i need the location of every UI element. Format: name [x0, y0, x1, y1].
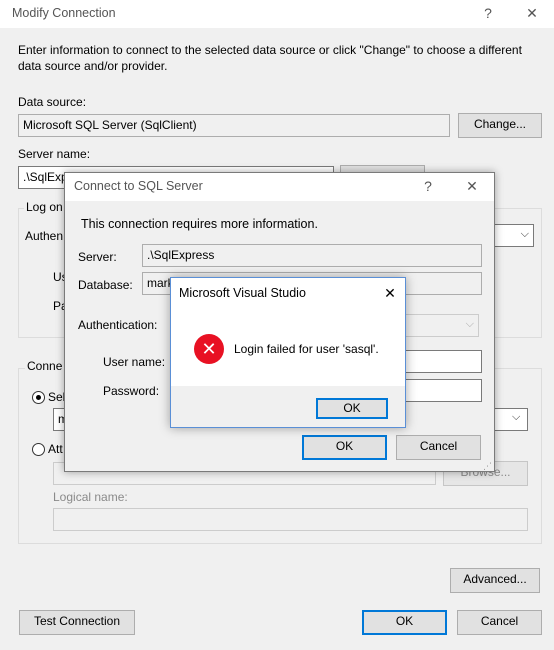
msgbox-titlebar: Microsoft Visual Studio ✕: [171, 278, 405, 308]
authentication-dropdown[interactable]: ⌵: [395, 314, 479, 337]
sql-dialog-message: This connection requires more informatio…: [81, 217, 318, 231]
data-source-field: Microsoft SQL Server (SqlClient): [18, 114, 450, 137]
cancel-button[interactable]: Cancel: [457, 610, 542, 635]
authentication-label: Authen: [25, 229, 64, 243]
error-message-box: Microsoft Visual Studio ✕ ✕ Login failed…: [170, 277, 406, 428]
sql-dialog-title: Connect to SQL Server: [74, 179, 203, 193]
select-database-label: Sel: [48, 390, 66, 404]
server-name-label: Server name:: [18, 147, 91, 161]
close-icon[interactable]: ✕: [460, 176, 484, 196]
chevron-down-icon: ⌵: [520, 228, 529, 240]
attach-database-label: Att: [48, 442, 63, 456]
help-button[interactable]: ?: [416, 176, 440, 196]
close-icon[interactable]: ✕: [520, 3, 544, 23]
user-name-label: User name:: [103, 355, 166, 369]
modify-connection-titlebar: Modify Connection ? ✕: [0, 0, 554, 28]
test-connection-button[interactable]: Test Connection: [19, 610, 135, 635]
connect-group-label: Conne: [25, 359, 65, 373]
logical-name-field: [53, 508, 528, 531]
help-button[interactable]: ?: [476, 3, 500, 23]
authentication-label: Authentication:: [78, 318, 158, 332]
advanced-button[interactable]: Advanced...: [450, 568, 540, 593]
server-field: .\SqlExpress: [142, 244, 482, 267]
password-label: Password:: [103, 384, 160, 398]
chevron-down-icon: ⌵: [512, 411, 521, 423]
error-icon: ✕: [194, 334, 224, 364]
sql-ok-button[interactable]: OK: [302, 435, 387, 460]
sql-cancel-button[interactable]: Cancel: [396, 435, 481, 460]
error-message: Login failed for user 'sasql'.: [234, 342, 379, 356]
data-source-label: Data source:: [18, 95, 87, 109]
resize-grip-icon[interactable]: ⋰: [483, 461, 492, 472]
chevron-down-icon: ⌵: [465, 318, 474, 330]
close-icon[interactable]: ✕: [378, 283, 402, 303]
logical-name-label: Logical name:: [53, 490, 128, 504]
change-button[interactable]: Change...: [458, 113, 542, 138]
database-label: Database:: [78, 278, 133, 292]
select-database-radio[interactable]: [32, 391, 45, 404]
ok-button[interactable]: OK: [362, 610, 447, 635]
attach-database-radio[interactable]: [32, 443, 45, 456]
modify-connection-title: Modify Connection: [12, 6, 116, 20]
authentication-dropdown[interactable]: ⌵: [490, 224, 534, 247]
msgbox-ok-button[interactable]: OK: [316, 398, 388, 419]
msgbox-title: Microsoft Visual Studio: [179, 286, 306, 300]
sql-dialog-titlebar: Connect to SQL Server ? ✕: [65, 173, 494, 201]
intro-text: Enter information to connect to the sele…: [18, 43, 522, 73]
log-on-group-label: Log on: [24, 200, 65, 214]
server-label: Server:: [78, 250, 117, 264]
